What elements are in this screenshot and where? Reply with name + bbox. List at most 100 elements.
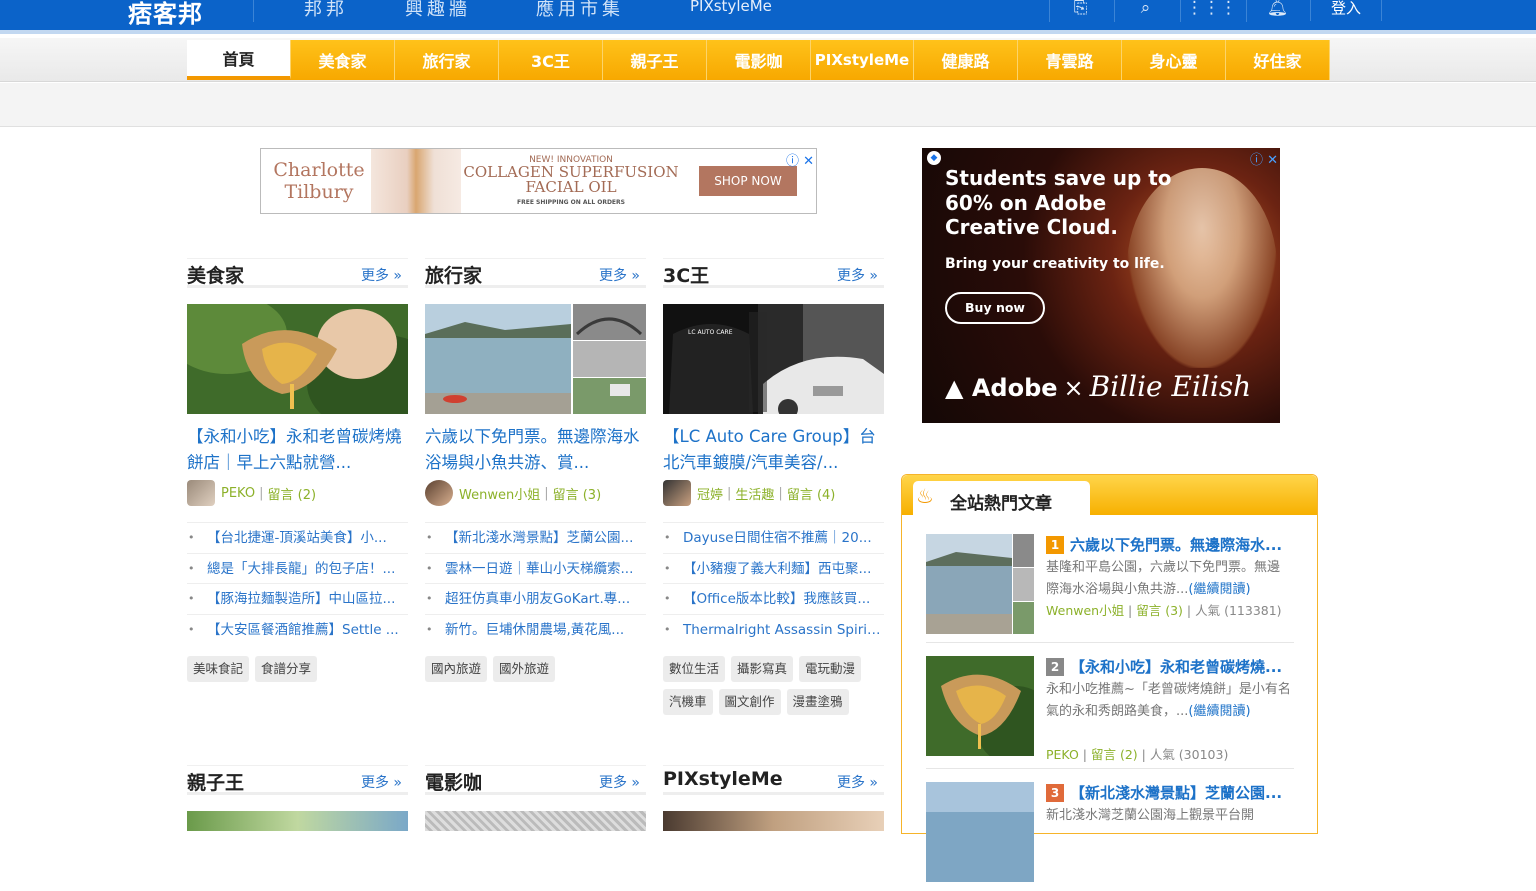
views-count: 人氣 (30103)	[1149, 747, 1229, 762]
category-link[interactable]: 生活趣	[735, 484, 774, 503]
rank-badge: 1	[1046, 536, 1064, 554]
tag[interactable]: 漫畫塗鴉	[786, 689, 849, 715]
tag[interactable]: 數位生活	[663, 656, 726, 682]
list-item[interactable]: 【豚海拉麵製造所】中山區拉...	[187, 583, 408, 614]
more-link[interactable]: 更多 »	[361, 772, 402, 792]
hot-panel-title: 全站熱門文章	[950, 494, 1052, 514]
tag[interactable]: 美味食記	[187, 656, 250, 682]
author-link[interactable]: PEKO	[1046, 747, 1079, 762]
avatar[interactable]	[663, 480, 691, 506]
tag[interactable]: 汽機車	[663, 689, 713, 715]
nav-app-market[interactable]: 應用市集	[536, 0, 624, 21]
apps-grid-icon[interactable]: ⋮⋮⋮	[1180, 0, 1242, 22]
tab-travel[interactable]: 旅行家	[395, 40, 499, 80]
tab-mind[interactable]: 身心靈	[1122, 40, 1226, 80]
tag[interactable]: 電玩動漫	[799, 656, 862, 682]
article-title[interactable]: 六歲以下免門票。無邊際海水浴場與小魚共游、賞...	[425, 424, 646, 476]
article-thumbnail[interactable]	[663, 811, 884, 831]
ad-banner[interactable]: Charlotte Tilbury NEW! INNOVATION COLLAG…	[260, 148, 817, 214]
tab-movie[interactable]: 電影咖	[707, 40, 811, 80]
more-link[interactable]: 更多 »	[837, 772, 878, 792]
read-more-link[interactable]: (繼續閱讀)	[1188, 704, 1250, 719]
article-meta: Wenwen小姐 | 留言 (3)	[425, 480, 601, 506]
tab-food[interactable]: 美食家	[291, 40, 395, 80]
more-link[interactable]: 更多 »	[837, 265, 878, 285]
tag[interactable]: 食譜分享	[255, 656, 318, 682]
section-header: PIXstyleMe 更多 »	[663, 765, 884, 795]
tab-pixstyleme[interactable]: PIXstyleMe	[811, 40, 914, 80]
tag[interactable]: 國內旅遊	[425, 656, 488, 682]
comment-link[interactable]: 留言 (4)	[787, 484, 836, 503]
list-item[interactable]: 【台北捷運-頂溪站美食】小...	[187, 522, 408, 553]
comment-link[interactable]: 留言 (3)	[553, 484, 602, 503]
list-item[interactable]: 超狂仿真車小朋友GoKart.專...	[425, 583, 646, 614]
section-movie: 電影咖 更多 »	[425, 765, 646, 831]
ad-small-bottom: FREE SHIPPING ON ALL ORDERS	[517, 199, 625, 206]
comment-link[interactable]: 留言 (3)	[1136, 603, 1183, 618]
avatar[interactable]	[425, 480, 453, 506]
list-item[interactable]: 雲林一日遊｜華山小天梯纜索...	[425, 552, 646, 583]
tab-health[interactable]: 健康路	[914, 40, 1018, 80]
avatar[interactable]	[187, 480, 215, 506]
hot-item-title[interactable]: 1 六歲以下免門票。無邊際海水...	[1046, 534, 1292, 555]
bookmark-icon[interactable]: ⎘	[1049, 0, 1111, 22]
article-thumbnail[interactable]	[425, 304, 646, 414]
nav-interest-wall[interactable]: 興趣牆	[405, 0, 471, 21]
section-pixstyleme: PIXstyleMe 更多 »	[663, 765, 884, 831]
section-title: 3C王	[663, 265, 710, 287]
side-ad[interactable]: ◆ ⓘ ✕ Students save up to 60% on Adobe C…	[922, 148, 1280, 423]
hot-item-title-text: 六歲以下免門票。無邊際海水...	[1070, 536, 1283, 554]
article-title[interactable]: 【永和小吃】永和老曾碳烤燒餅店｜早上六點就營...	[187, 424, 408, 476]
tab-career[interactable]: 青雲路	[1018, 40, 1122, 80]
login-button[interactable]: 登入	[1310, 0, 1382, 21]
bell-icon[interactable]: 🔔︎	[1246, 0, 1308, 22]
tag[interactable]: 攝影寫真	[731, 656, 794, 682]
comment-link[interactable]: 留言 (2)	[268, 484, 317, 503]
list-item[interactable]: 【大安區餐酒館推薦】Settle ...	[187, 613, 408, 644]
hot-item-thumbnail[interactable]	[926, 782, 1034, 882]
tag[interactable]: 國外旅遊	[493, 656, 556, 682]
site-logo[interactable]: 痞客邦	[128, 0, 203, 29]
article-thumbnail[interactable]	[425, 811, 646, 831]
hot-item-thumbnail[interactable]	[926, 656, 1034, 756]
section-title: PIXstyleMe	[663, 768, 783, 790]
list-item[interactable]: Dayuse日間住宿不推薦｜20...	[663, 522, 884, 553]
hot-item-title[interactable]: 2 【永和小吃】永和老曾碳烤燒...	[1046, 656, 1292, 677]
list-item[interactable]: Thermalright Assassin Spirit ...	[663, 613, 884, 644]
tab-home[interactable]: 首頁	[187, 40, 291, 80]
tab-3c[interactable]: 3C王	[499, 40, 603, 80]
more-link[interactable]: 更多 »	[599, 772, 640, 792]
article-thumbnail[interactable]	[187, 304, 408, 414]
author-link[interactable]: Wenwen小姐	[459, 484, 540, 503]
article-thumbnail[interactable]	[187, 811, 408, 831]
search-icon[interactable]: ⌕	[1114, 0, 1176, 22]
ad-shop-button[interactable]: SHOP NOW	[699, 166, 797, 196]
hot-item-thumbnail[interactable]	[926, 534, 1034, 634]
hot-item-title[interactable]: 3 【新北淺水灣景點】芝蘭公園...	[1046, 782, 1292, 803]
read-more-link[interactable]: (繼續閱讀)	[1188, 582, 1250, 597]
more-link[interactable]: 更多 »	[599, 265, 640, 285]
author-link[interactable]: Wenwen小姐	[1046, 603, 1124, 618]
tab-parenting[interactable]: 親子王	[603, 40, 707, 80]
ad-buy-button[interactable]: Buy now	[945, 292, 1045, 324]
section-travel: 旅行家 更多 » 六歲以下免門票。無邊際海水浴場與小魚共游、賞... Wenwe…	[425, 258, 646, 698]
ad-close-icon[interactable]: ⓘ ✕	[1250, 149, 1278, 168]
ad-close-icon[interactable]: ⓘ ✕	[786, 150, 814, 169]
section-title: 旅行家	[425, 265, 483, 287]
tab-home-living[interactable]: 好住家	[1226, 40, 1330, 80]
list-item[interactable]: 新竹。巨埔休閒農場,黃花風...	[425, 613, 646, 644]
ad-brand-line: ▲ Adobe × Billie Eilish	[945, 370, 1251, 403]
nav-pixstyleme[interactable]: PIXstyleMe	[690, 0, 772, 15]
list-item[interactable]: 【Office版本比較】我應該買...	[663, 583, 884, 614]
list-item[interactable]: 總是「大排長龍」的包子店！...	[187, 552, 408, 583]
author-link[interactable]: PEKO	[221, 486, 255, 501]
article-thumbnail[interactable]: LC AUTO CARE	[663, 304, 884, 414]
article-title[interactable]: 【LC Auto Care Group】台北汽車鍍膜/汽車美容/...	[663, 424, 884, 476]
comment-link[interactable]: 留言 (2)	[1091, 747, 1138, 762]
author-link[interactable]: 冠婷	[697, 484, 723, 503]
more-link[interactable]: 更多 »	[361, 265, 402, 285]
tag[interactable]: 圖文創作	[718, 689, 781, 715]
nav-bangbang[interactable]: 邦邦	[304, 0, 348, 21]
list-item[interactable]: 【新北淺水灣景點】芝蘭公園...	[425, 522, 646, 553]
list-item[interactable]: 【小豬瘦了義大利麵】西屯聚...	[663, 552, 884, 583]
